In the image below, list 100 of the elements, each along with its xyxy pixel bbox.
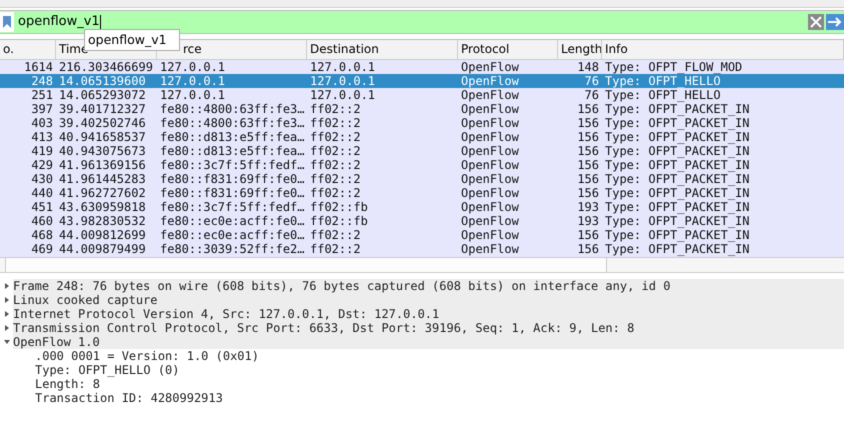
column-header[interactable]: o. (0, 40, 56, 59)
scrollbar-thumb[interactable] (5, 258, 607, 272)
time-cell-text: 40.943075673 (58, 144, 147, 158)
destination-cell-text: ff02::2 (309, 130, 362, 144)
protocol-cell-text: OpenFlow (460, 200, 520, 214)
length-cell-text: 156 (576, 116, 600, 130)
time-cell-text: 41.962727602 (58, 186, 147, 200)
time-cell-text: 41.961445283 (58, 172, 147, 186)
column-header[interactable]: Destination (307, 40, 458, 59)
length-cell-text: 76 (584, 88, 600, 102)
destination-cell-text: ff02::2 (309, 144, 362, 158)
number-cell-text: 1614 (23, 60, 54, 74)
time-cell-text: 14.065139600 (58, 74, 147, 88)
number-cell-text: 469 (30, 242, 54, 256)
detail-field: Type: OFPT_HELLO (0) (35, 363, 180, 377)
time-cell-text: 39.402502746 (58, 116, 147, 130)
info-cell-text: Type: OFPT_PACKET_IN (604, 172, 750, 186)
source-cell-text: fe80::3c7f:5ff:fedf… (159, 200, 306, 214)
length-cell-text: 148 (576, 60, 600, 74)
protocol-cell-text: OpenFlow (460, 130, 520, 144)
protocol-cell-text: OpenFlow (460, 214, 520, 228)
length-cell-text: 76 (584, 74, 600, 88)
detail-text: Frame 248: 76 bytes on wire (608 bits), 76 bytes captured (608 bits) on interface any, id 0 (13, 279, 844, 293)
destination-cell-text: ff02::2 (309, 116, 362, 130)
source-cell-text: fe80::ec0e:acff:fe0… (159, 228, 306, 242)
number-cell-text: 440 (30, 186, 54, 200)
arrow-icon[interactable] (826, 14, 844, 30)
destination-cell-text: 127.0.0.1 (309, 88, 376, 102)
length-cell-text: 156 (576, 144, 600, 158)
destination-cell-text: ff02::2 (309, 186, 362, 200)
protocol-cell-text: OpenFlow (460, 186, 520, 200)
time-cell-text: 14.065293072 (58, 88, 147, 102)
time-cell-text: 216.303466699 (58, 60, 154, 74)
source-cell-text: fe80::f831:69ff:fe0… (159, 186, 306, 200)
protocol-cell-text: OpenFlow (460, 60, 520, 74)
number-cell-text: 251 (30, 88, 54, 102)
source-cell-text: fe80::d813:e5ff:fea… (159, 130, 306, 144)
info-cell-text: Type: OFPT_HELLO (604, 88, 722, 102)
info-cell-text: Type: OFPT_PACKET_IN (604, 186, 750, 200)
length-cell-text: 193 (576, 200, 600, 214)
destination-cell-text: ff02::2 (309, 158, 362, 172)
destination-cell-text: ff02::2 (309, 102, 362, 116)
info-cell-text: Type: OFPT_PACKET_IN (604, 158, 750, 172)
length-cell-text: 193 (576, 214, 600, 228)
info-cell-text: Type: OFPT_HELLO (604, 74, 722, 88)
number-cell-text: 397 (30, 102, 54, 116)
number-cell-text: 451 (30, 200, 54, 214)
destination-cell-text: ff02::2 (309, 172, 362, 186)
source-cell-text: fe80::d813:e5ff:fea… (159, 144, 306, 158)
number-cell-text: 429 (30, 158, 54, 172)
info-cell-text: Type: OFPT_FLOW_MOD (604, 60, 744, 74)
length-cell-text: 156 (576, 130, 600, 144)
protocol-cell-text: OpenFlow (460, 242, 520, 256)
bookmark-icon[interactable] (3, 16, 11, 28)
destination-cell-text: 127.0.0.1 (309, 60, 376, 74)
number-cell-text: 413 (30, 130, 54, 144)
protocol-cell-text: OpenFlow (460, 172, 520, 186)
protocol-cell-text: OpenFlow (460, 158, 520, 172)
protocol-cell-text: OpenFlow (460, 144, 520, 158)
source-cell-text: 127.0.0.1 (159, 88, 226, 102)
number-cell-text: 403 (30, 116, 54, 130)
info-cell-text: Type: OFPT_PACKET_IN (604, 228, 750, 242)
column-header[interactable]: Info (602, 40, 844, 59)
detail-field: Transaction ID: 4280992913 (35, 391, 223, 405)
destination-cell-text: ff02::fb (309, 200, 369, 214)
number-cell-text: 460 (30, 214, 54, 228)
info-cell-text: Type: OFPT_PACKET_IN (604, 102, 750, 116)
column-header[interactable]: Length (558, 40, 602, 59)
protocol-cell-text: OpenFlow (460, 116, 520, 130)
clear-icon[interactable] (808, 14, 824, 30)
length-cell-text: 156 (576, 186, 600, 200)
source-cell-text: fe80::3039:52ff:fe2… (159, 242, 306, 256)
info-cell-text: Type: OFPT_PACKET_IN (604, 144, 750, 158)
info-cell-text: Type: OFPT_PACKET_IN (604, 242, 750, 256)
time-cell-text: 44.009879499 (58, 242, 147, 256)
column-header[interactable]: Protocol (458, 40, 558, 59)
length-cell-text: 156 (576, 228, 600, 242)
length-cell-text: 156 (576, 102, 600, 116)
time-cell-text: 43.982830532 (58, 214, 147, 228)
info-cell-text: Type: OFPT_PACKET_IN (604, 200, 750, 214)
protocol-cell-text: OpenFlow (460, 228, 520, 242)
packet-row[interactable]: 248 14.065139600 127.0.0.1 127.0.0.1 OpenFlow 76 Type: OFPT_HELLO (0, 74, 844, 88)
source-cell-text: 127.0.0.1 (159, 74, 226, 88)
filter-field[interactable]: openflow_v1 (0, 10, 844, 34)
detail-text: Internet Protocol Version 4, Src: 127.0.0.1, Dst: 127.0.0.1 (13, 307, 844, 321)
protocol-cell-text: OpenFlow (460, 102, 520, 116)
source-cell-text: fe80::4800:63ff:fe3… (159, 102, 306, 116)
time-cell-text: 44.009812699 (58, 228, 147, 242)
number-cell-text: 248 (30, 74, 54, 88)
protocol-cell-text: OpenFlow (460, 74, 520, 88)
detail-text: Transmission Control Protocol, Src Port: 6633, Dst Port: 39196, Seq: 1, Ack: 9, Len: 8 (13, 321, 844, 335)
detail-text: OpenFlow 1.0 (13, 335, 844, 349)
number-cell-text: 468 (30, 228, 54, 242)
time-cell-text: 41.961369156 (58, 158, 147, 172)
destination-cell-text: 127.0.0.1 (309, 74, 376, 88)
detail-field: Length: 8 (35, 377, 100, 391)
source-cell-text: 127.0.0.1 (159, 60, 226, 74)
protocol-cell-text: OpenFlow (460, 88, 520, 102)
source-cell-text: fe80::ec0e:acff:fe0… (159, 214, 306, 228)
detail-field: .000 0001 = Version: 1.0 (0x01) (35, 349, 259, 363)
